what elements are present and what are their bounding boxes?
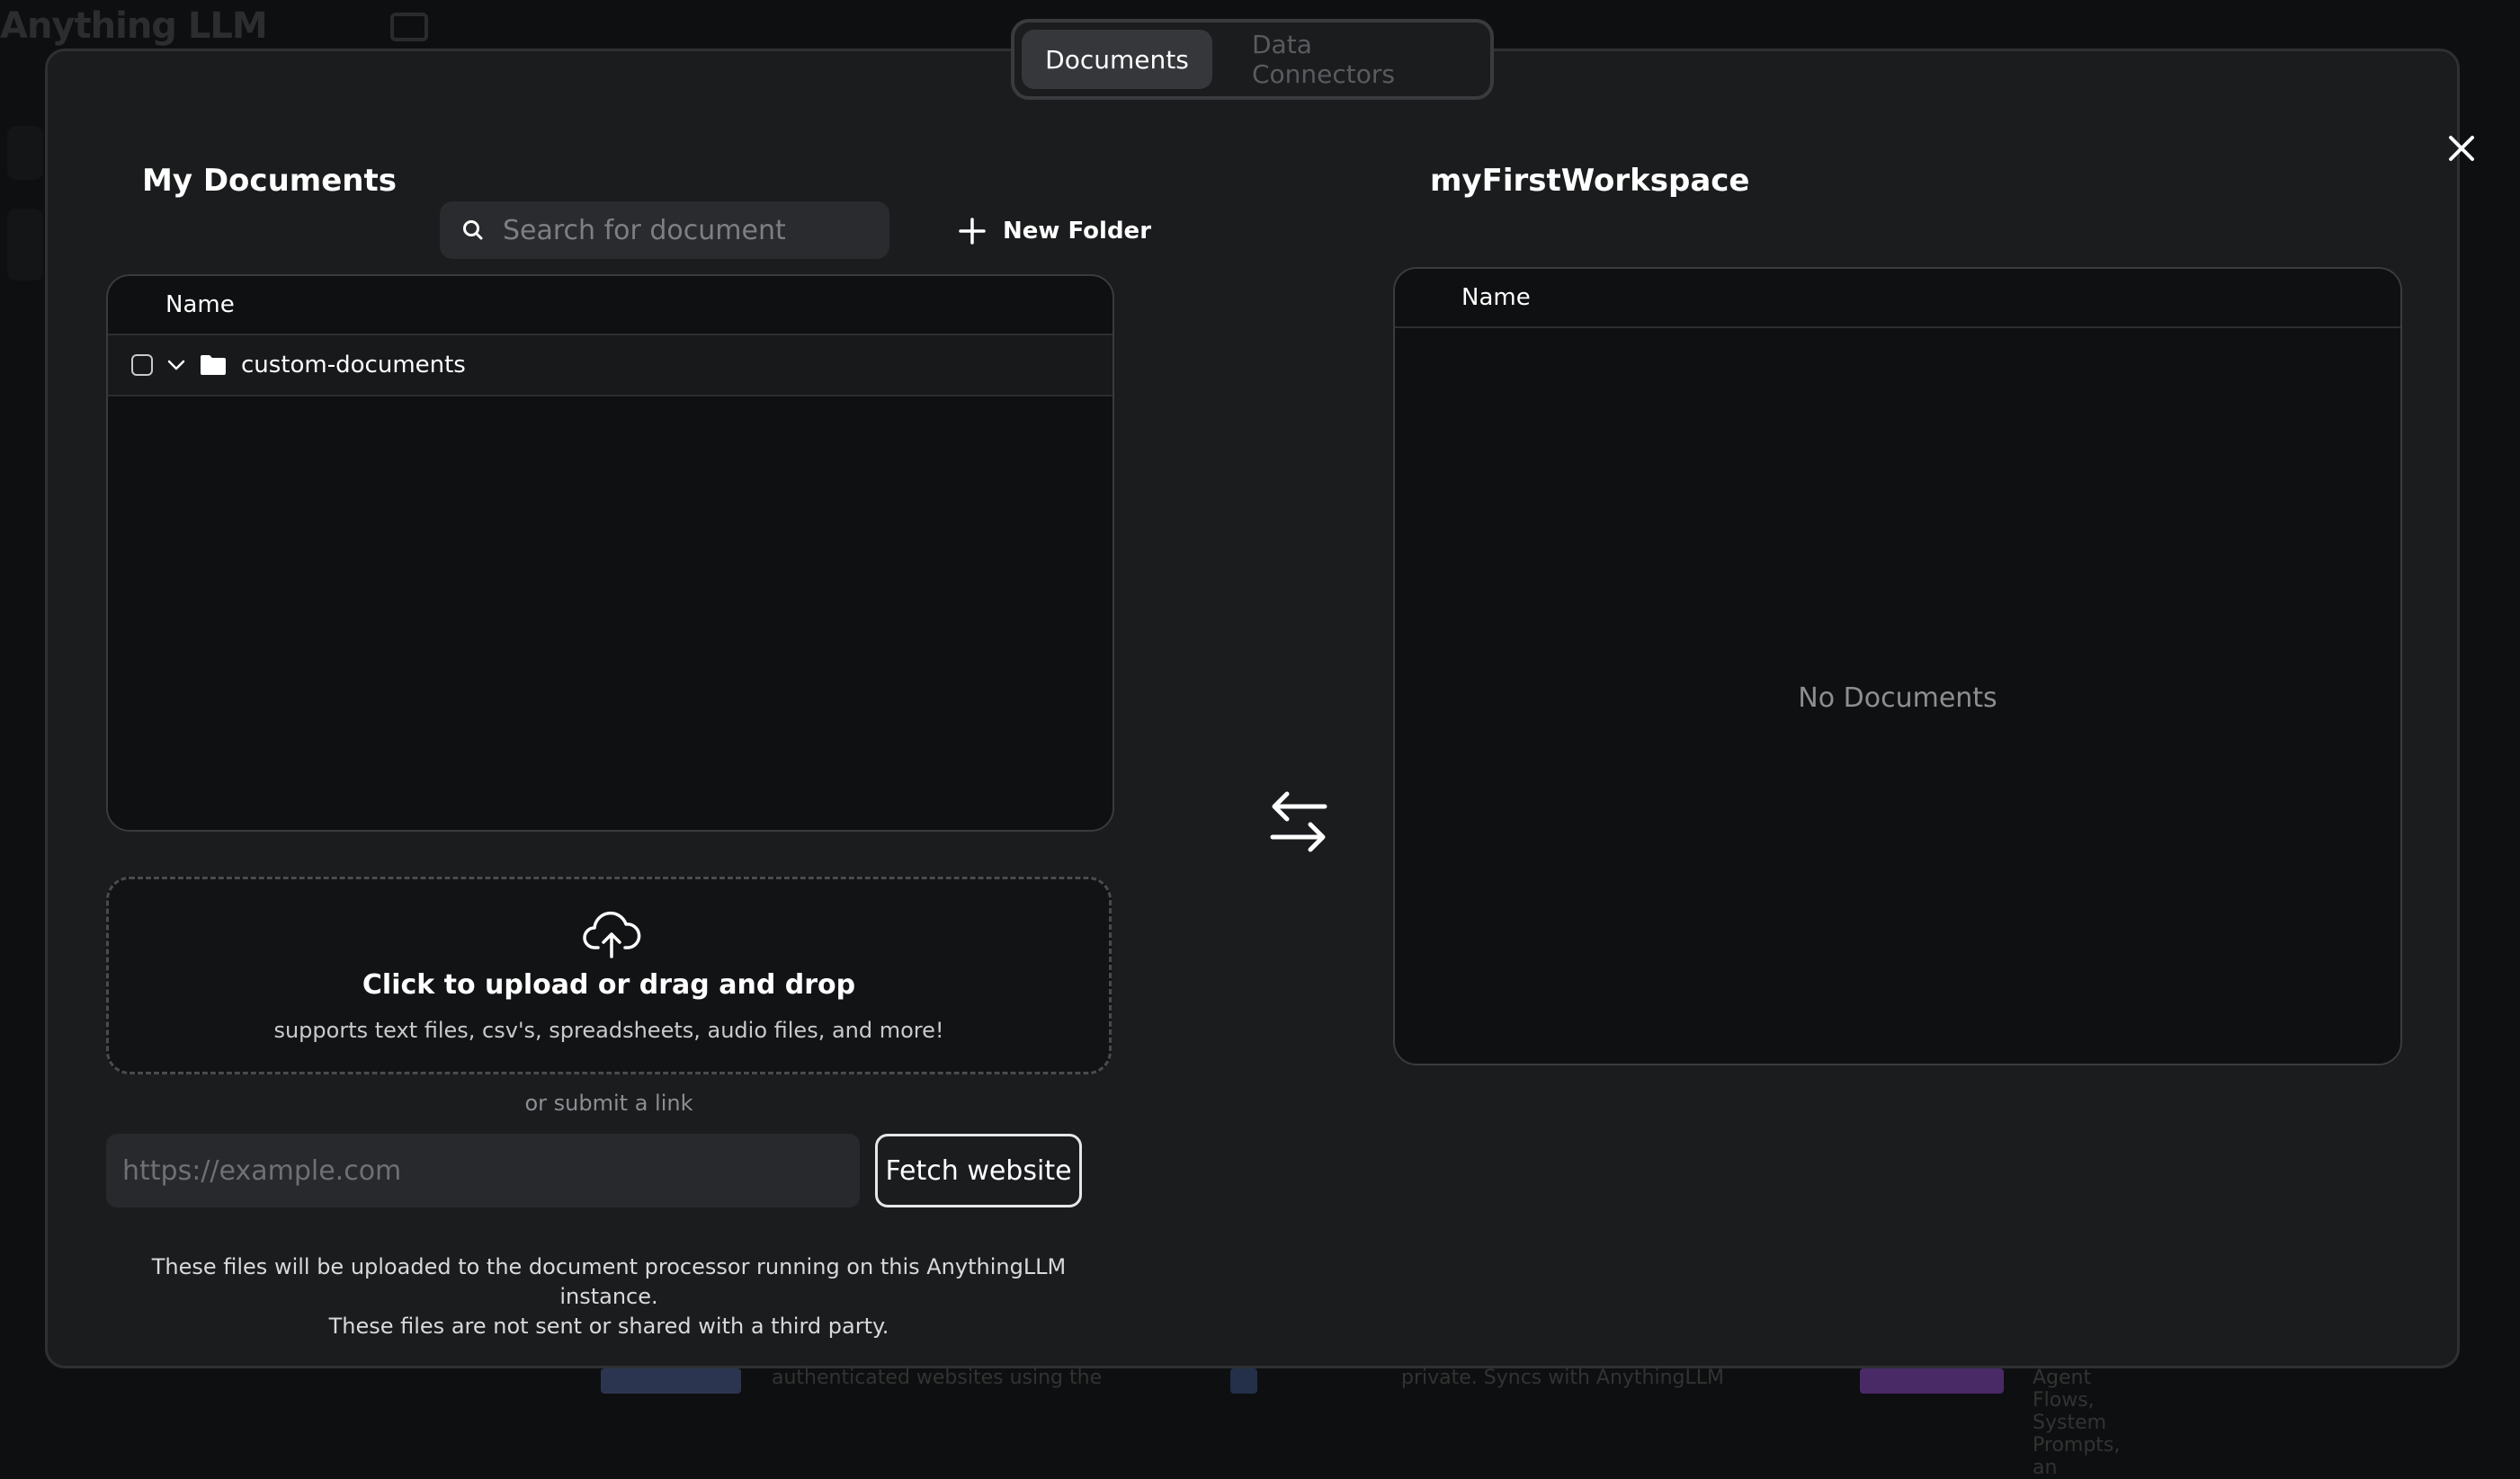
notice-line: These files will be uploaded to the docu… bbox=[106, 1252, 1112, 1312]
document-manager-modal: My Documents New Folder Name custom-docu… bbox=[45, 49, 2460, 1368]
plus-icon bbox=[958, 217, 987, 245]
background-card-text: authenticated websites using the bbox=[772, 1367, 1102, 1389]
sidebar-element bbox=[7, 126, 43, 180]
empty-state-text: No Documents bbox=[1395, 682, 2400, 714]
tab-data-connectors[interactable]: Data Connectors bbox=[1225, 30, 1483, 89]
background-cards: authenticated websites using the private… bbox=[576, 1367, 2104, 1394]
my-documents-panel: Name custom-documents bbox=[106, 274, 1114, 832]
tab-documents[interactable]: Documents bbox=[1022, 30, 1212, 89]
background-card-text: private. Syncs with AnythingLLM bbox=[1401, 1367, 1724, 1389]
folder-name: custom-documents bbox=[241, 352, 466, 379]
upload-title: Click to upload or drag and drop bbox=[109, 969, 1109, 1001]
new-folder-button[interactable]: New Folder bbox=[958, 209, 1151, 253]
column-name-header: Name bbox=[165, 291, 235, 318]
sidebar-element bbox=[7, 209, 43, 281]
my-documents-title: My Documents bbox=[142, 163, 397, 199]
folder-checkbox[interactable] bbox=[131, 354, 153, 376]
upload-notice: These files will be uploaded to the docu… bbox=[106, 1252, 1112, 1341]
new-folder-label: New Folder bbox=[1003, 218, 1151, 245]
folder-icon bbox=[200, 354, 227, 376]
workspace-documents-panel: Name No Documents bbox=[1393, 267, 2402, 1065]
url-input[interactable] bbox=[106, 1134, 860, 1207]
upload-subtitle: supports text files, csv's, spreadsheets… bbox=[109, 1018, 1109, 1043]
table-header: Name bbox=[1395, 269, 2400, 328]
modal-tabs: Documents Data Connectors bbox=[1011, 19, 1494, 100]
chevron-down-icon[interactable] bbox=[165, 354, 187, 376]
workspace-title: myFirstWorkspace bbox=[1430, 163, 1750, 199]
app-logo: Anything LLM bbox=[0, 5, 267, 47]
close-icon bbox=[2447, 134, 2476, 163]
sidebar-toggle-icon bbox=[390, 13, 428, 41]
or-submit-link-text: or submit a link bbox=[106, 1091, 1112, 1116]
folder-row[interactable]: custom-documents bbox=[108, 335, 1113, 396]
move-documents-icon[interactable] bbox=[1267, 790, 1330, 853]
upload-dropzone[interactable]: Click to upload or drag and drop support… bbox=[106, 877, 1112, 1074]
search-input[interactable] bbox=[503, 215, 880, 246]
close-button[interactable] bbox=[2444, 130, 2480, 166]
table-header: Name bbox=[108, 276, 1113, 335]
background-card-text: Agent Flows, System Prompts, an bbox=[2033, 1367, 2120, 1479]
cloud-upload-icon bbox=[582, 910, 641, 960]
fetch-website-button[interactable]: Fetch website bbox=[875, 1134, 1082, 1207]
document-search[interactable] bbox=[440, 201, 889, 259]
search-icon bbox=[461, 218, 485, 242]
notice-line: These files are not sent or shared with … bbox=[106, 1312, 1112, 1341]
column-name-header: Name bbox=[1461, 284, 1531, 311]
